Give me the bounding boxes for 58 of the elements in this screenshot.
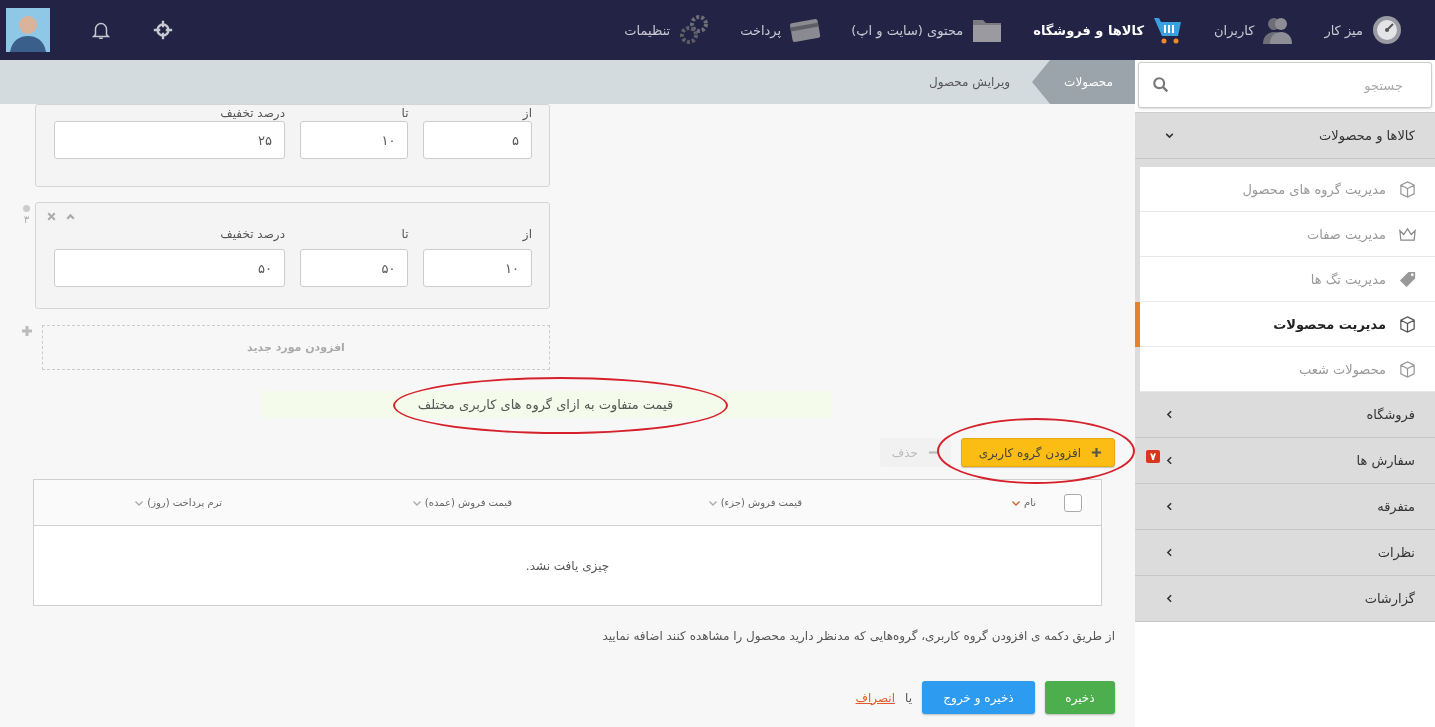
gauge-icon	[1371, 14, 1403, 46]
hint-text: از طریق دکمه ی افزودن گروه کاربری، گروه‌هایی که مدنظر دارید محصول را مشاهده کنند اضافه نمایید	[601, 629, 1115, 643]
input-field[interactable]: ۵۰	[299, 249, 409, 287]
section-label: کالاها و محصولات	[1318, 128, 1415, 143]
close-icon[interactable]	[46, 211, 57, 222]
avatar[interactable]	[6, 8, 50, 52]
sidebar-section[interactable]: متفرقه	[1135, 484, 1435, 530]
input-field[interactable]: ۵۰	[54, 249, 285, 287]
search-icon	[1152, 76, 1170, 94]
input-field[interactable]: ۲۵	[54, 121, 285, 159]
sidebar-section[interactable]: کالاها و محصولات	[1135, 113, 1435, 159]
section-label: گزارشات	[1363, 591, 1415, 606]
column-header[interactable]: نام	[802, 497, 1036, 508]
nav-item[interactable]: کاربران	[1214, 14, 1295, 46]
sidebar-section[interactable]: سفارش ها ۷	[1135, 438, 1435, 484]
input-field[interactable]: ۱۰	[423, 249, 532, 287]
field-label: درصد تخفیف	[219, 106, 285, 120]
nav-item[interactable]: کالاها و فروشگاه	[1033, 14, 1184, 46]
section-label: متفرقه	[1376, 499, 1415, 514]
gears-icon	[678, 14, 711, 46]
box-icon	[1398, 359, 1417, 379]
section-label: نظرات	[1376, 545, 1415, 560]
add-user-group-button[interactable]: افزودن گروه کاربری	[961, 438, 1115, 467]
box-icon	[1398, 314, 1417, 334]
nav-item[interactable]: تنظیمات	[624, 14, 711, 46]
input-field[interactable]: ۱۰	[299, 121, 409, 159]
select-all-checkbox[interactable]	[1064, 493, 1082, 512]
field-label: درصد تخفیف	[219, 227, 285, 243]
collapse-icon[interactable]	[65, 211, 76, 222]
column-header[interactable]: ترم پرداخت (روز)	[134, 497, 222, 508]
empty-message: چیزی یافت نشد.	[525, 558, 610, 573]
plus-icon	[1091, 447, 1102, 458]
tag-icon	[1398, 269, 1417, 289]
sidebar-section[interactable]: گزارشات	[1135, 576, 1435, 622]
nav-item[interactable]: میز کار	[1324, 14, 1403, 46]
nav-item[interactable]: پرداخت	[740, 14, 822, 46]
field-label: تا	[400, 106, 409, 120]
section-title: قیمت متفاوت به ازای گروه های کاربری مختلف	[417, 397, 674, 412]
drag-dot-icon[interactable]	[23, 205, 30, 212]
field-label: از	[521, 106, 532, 120]
sidebar-section[interactable]: نظرات	[1135, 530, 1435, 576]
column-header[interactable]: قیمت فروش (جزء)	[512, 497, 802, 508]
plus-icon[interactable]	[21, 325, 34, 337]
box-icon	[1398, 179, 1417, 199]
field-label: از	[521, 227, 532, 243]
field-label: تا	[400, 227, 409, 243]
section-label: فروشگاه	[1365, 407, 1415, 422]
or-text: یا	[905, 690, 912, 705]
breadcrumb-item[interactable]: ویرایش محصول	[911, 60, 1033, 104]
item-number: ۳	[23, 214, 30, 225]
column-header[interactable]: قیمت فروش (عمده)	[222, 497, 512, 508]
nav-item[interactable]: محتوی (سایت و اپ)	[851, 14, 1004, 46]
input-field[interactable]: ۵	[423, 121, 532, 159]
sidebar-section[interactable]: فروشگاه	[1135, 392, 1435, 438]
section-label: سفارش ها	[1355, 453, 1415, 468]
count-badge: ۷	[1146, 450, 1161, 463]
crosshair-icon[interactable]	[152, 19, 174, 41]
search-field[interactable]: جستجو	[1138, 62, 1432, 108]
